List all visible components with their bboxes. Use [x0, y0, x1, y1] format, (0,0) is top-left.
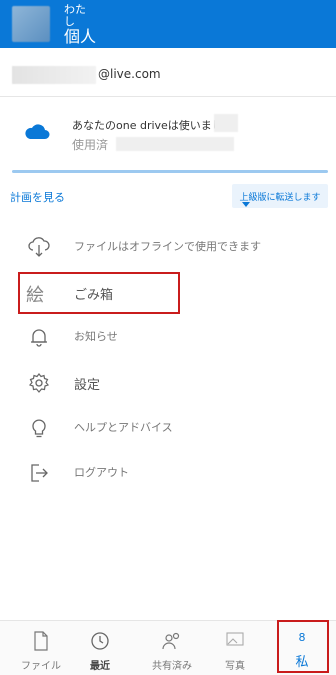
nav-label-files: ファイル: [21, 661, 61, 672]
file-icon: [34, 631, 48, 651]
menu-item-help[interactable]: ヘルプとアドバイス: [0, 407, 336, 447]
storage-used-redacted: [116, 137, 234, 151]
nav-tab-shared[interactable]: 共有済み: [141, 621, 203, 675]
cloud-icon: [25, 124, 50, 139]
upgrade-caret-icon: [242, 202, 250, 207]
upgrade-button-label: 上級版に転送します: [239, 192, 321, 203]
storage-redacted: [214, 114, 238, 132]
photo-icon: [226, 632, 244, 646]
divider: [0, 96, 336, 97]
storage-title: あなたのone driveは使いました: [72, 119, 234, 132]
clock-icon: [91, 632, 109, 650]
sign-out-icon: [31, 464, 48, 482]
onedrive-me-page: わた し 個人 @live.com あなたのone driveは使いました 使用…: [0, 0, 336, 675]
header-name-text: わた し: [64, 3, 86, 28]
menu-item-settings[interactable]: 設定: [0, 362, 336, 402]
header: わた し 個人: [0, 0, 336, 48]
nav-tab-recent[interactable]: 最近: [69, 621, 131, 675]
nav-tab-photos[interactable]: 写真: [204, 621, 266, 675]
menu-label-signout: ログアウト: [74, 466, 129, 479]
nav-label-photos: 写真: [225, 661, 245, 672]
menu-label-notifications: お知らせ: [74, 330, 118, 343]
menu-item-offline[interactable]: ファイルはオフラインで使用できます: [0, 226, 336, 266]
menu-item-notifications[interactable]: お知らせ: [0, 316, 336, 356]
trash-highlight-box: [18, 272, 180, 314]
bell-icon: [31, 329, 47, 347]
storage-used-label: 使用済: [72, 138, 109, 152]
menu-item-signout[interactable]: ログアウト: [0, 452, 336, 492]
menu-label-offline: ファイルはオフラインで使用できます: [74, 240, 261, 253]
menu-label-settings: 設定: [74, 378, 101, 393]
people-icon: [162, 632, 180, 650]
email-domain: @live.com: [98, 67, 161, 81]
header-title: 個人: [64, 27, 97, 46]
cloud-download-icon: [28, 237, 50, 257]
email-redacted: [12, 66, 96, 84]
avatar[interactable]: [12, 6, 50, 42]
me-tab-highlight-box: [277, 620, 329, 673]
nav-label-recent: 最近: [90, 661, 110, 672]
menu-label-help: ヘルプとアドバイス: [74, 421, 173, 434]
storage-progress-bar: [12, 170, 328, 173]
storage-progress-fill: [12, 170, 328, 173]
lightbulb-icon: [32, 419, 46, 438]
nav-tab-files[interactable]: ファイル: [10, 621, 72, 675]
view-plans-link[interactable]: 計画を見る: [10, 189, 65, 205]
gear-icon: [28, 373, 50, 393]
nav-label-shared: 共有済み: [152, 661, 192, 672]
